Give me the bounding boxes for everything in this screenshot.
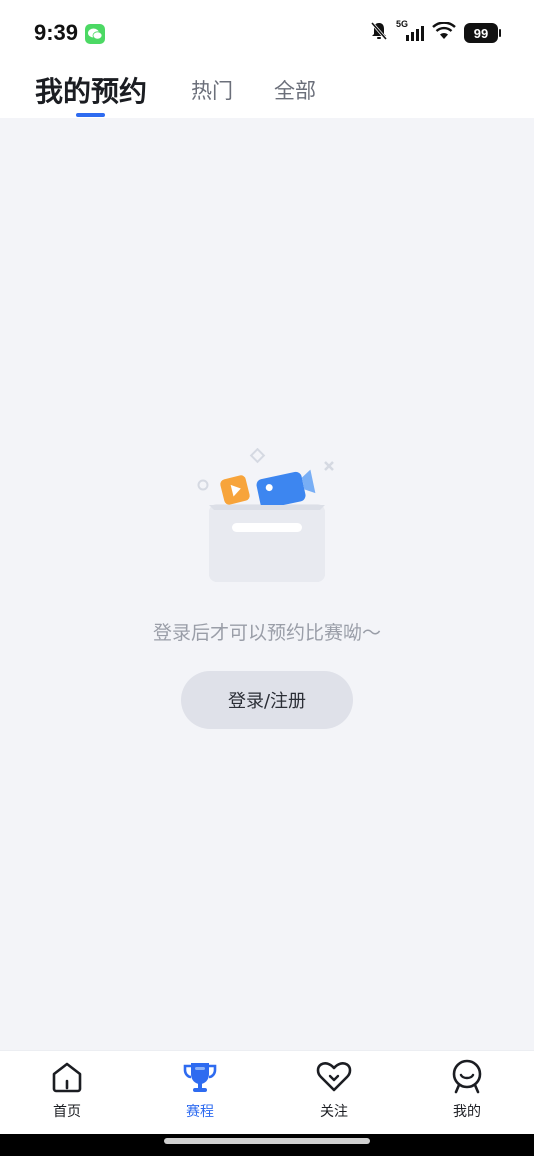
bottom-nav: 首页 赛程 关注 我的 [0, 1050, 534, 1134]
heart-icon [316, 1059, 352, 1095]
nav-item-home[interactable]: 首页 [27, 1059, 107, 1127]
empty-state-message: 登录后才可以预约比赛呦～ [152, 622, 381, 644]
tab-hot[interactable]: 热门 [191, 75, 233, 105]
nav-item-mine[interactable]: 我的 [427, 1059, 507, 1127]
nav-item-schedule[interactable]: 赛程 [160, 1059, 240, 1127]
home-indicator[interactable] [164, 1138, 370, 1144]
empty-box-illustration [190, 447, 340, 586]
profile-icon [449, 1059, 485, 1095]
signal-icon: 5G [396, 19, 424, 43]
nav-label-schedule: 赛程 [186, 1104, 214, 1120]
status-icons: 5G 99 [370, 19, 501, 45]
tab-all[interactable]: 全部 [274, 75, 316, 105]
trophy-icon [182, 1059, 218, 1095]
status-bar: 9:39 5G 99 [0, 0, 534, 66]
nav-label-follow: 关注 [320, 1104, 348, 1120]
wechat-icon [85, 24, 105, 44]
login-register-button[interactable]: 登录/注册 [181, 671, 353, 729]
mute-bell-icon [370, 21, 388, 45]
wifi-icon [432, 21, 456, 44]
nav-label-home: 首页 [53, 1104, 81, 1120]
active-tab-indicator [76, 113, 105, 117]
battery-icon: 99 [464, 23, 501, 43]
top-tabs: 我的预约 热门 全部 [0, 66, 534, 118]
nav-label-mine: 我的 [453, 1104, 481, 1120]
home-icon [49, 1059, 85, 1095]
nav-item-follow[interactable]: 关注 [294, 1059, 374, 1127]
status-time: 9:39 [34, 20, 79, 45]
main-content: 登录后才可以预约比赛呦～ 登录/注册 [0, 118, 534, 1050]
tab-my-reservations[interactable]: 我的预约 [35, 70, 147, 110]
